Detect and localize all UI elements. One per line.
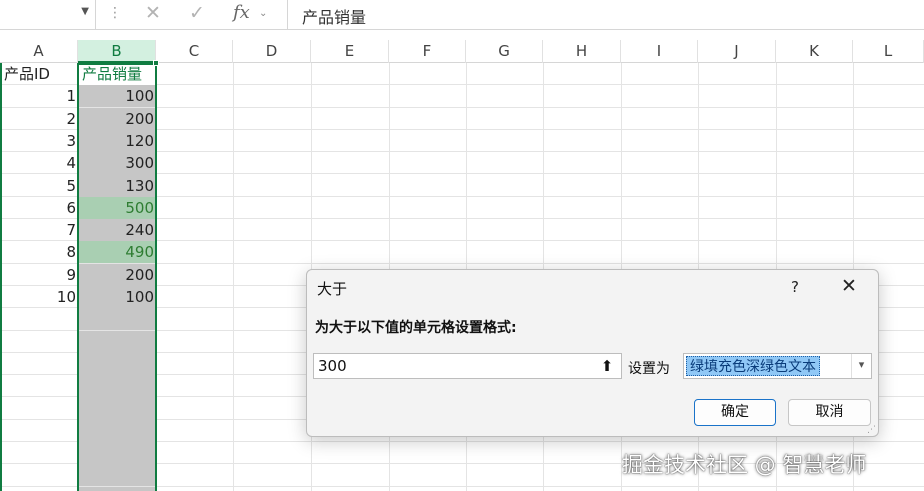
cell-product-sales[interactable]: 120	[78, 129, 156, 152]
ok-button[interactable]: 确定	[694, 399, 776, 426]
cell-product-id[interactable]: 7	[0, 219, 78, 241]
empty-cell[interactable]	[0, 375, 78, 397]
empty-cell[interactable]	[78, 375, 156, 398]
dialog-title: 大于	[317, 280, 348, 298]
header-row: 产品ID 产品销量	[0, 63, 924, 86]
header-cell-product-id[interactable]: 产品ID	[0, 63, 78, 85]
column-header-d[interactable]: D	[233, 40, 311, 63]
table-row: 4 300	[0, 152, 924, 175]
format-select-value: 绿填充色深绿色文本	[686, 356, 820, 376]
resize-grip-icon[interactable]: ⋰	[867, 425, 876, 435]
set-as-label: 设置为	[628, 361, 670, 377]
grid-line	[156, 63, 157, 491]
empty-cell[interactable]	[78, 464, 156, 487]
help-icon[interactable]: ?	[791, 278, 799, 296]
column-header-f[interactable]: F	[389, 40, 466, 63]
empty-cell[interactable]	[78, 330, 156, 353]
empty-cell[interactable]	[0, 398, 78, 420]
column-headers: ABCDEFGHIJKL	[0, 40, 924, 63]
cell-product-sales[interactable]: 500	[78, 196, 156, 219]
table-row: 1 100	[0, 85, 924, 108]
chevron-down-icon[interactable]: ▼	[81, 6, 89, 17]
formula-bar-divider	[287, 0, 288, 29]
cell-product-sales[interactable]: 100	[78, 286, 156, 308]
cell-product-sales[interactable]: 100	[78, 85, 156, 108]
empty-cell[interactable]	[0, 331, 78, 353]
empty-cell[interactable]	[78, 308, 156, 331]
watermark: 掘金技术社区 @ 智慧老师	[622, 453, 867, 477]
cell-product-id[interactable]: 4	[0, 152, 78, 174]
cell-product-sales[interactable]: 300	[78, 152, 156, 175]
cell-product-sales[interactable]: 490	[78, 241, 156, 264]
empty-cell[interactable]	[78, 419, 156, 442]
empty-cell[interactable]	[0, 442, 78, 464]
cell-product-id[interactable]: 5	[0, 175, 78, 197]
column-header-k[interactable]: K	[776, 40, 853, 63]
column-header-i[interactable]: I	[621, 40, 698, 63]
chevron-down-icon[interactable]: ▾	[851, 354, 871, 378]
value-input[interactable]: 300	[313, 353, 622, 379]
table-row: 3 120	[0, 129, 924, 153]
cell-product-id[interactable]: 8	[0, 241, 78, 263]
grid-line	[233, 63, 234, 491]
greater-than-dialog: 大于 ? ✕ 为大于以下值的单元格设置格式: 300 ⬆ 设置为 绿填充色深绿色…	[306, 269, 879, 437]
formula-bar: ▼ ⋮ ✕ ✓ fx ⌄ 产品销量	[0, 0, 924, 30]
empty-cell[interactable]	[0, 420, 78, 442]
column-header-g[interactable]: G	[466, 40, 543, 63]
fill-handle[interactable]	[153, 60, 159, 66]
empty-cell[interactable]	[0, 353, 78, 375]
collapse-dialog-icon[interactable]: ⬆	[593, 354, 621, 378]
cell-product-sales[interactable]: 200	[78, 107, 156, 130]
chevron-down-icon[interactable]: ⌄	[259, 8, 267, 19]
table-row: 8 490	[0, 241, 924, 264]
format-select[interactable]: 绿填充色深绿色文本 ▾	[683, 353, 872, 379]
empty-cell[interactable]	[0, 308, 78, 330]
cell-product-id[interactable]: 2	[0, 108, 78, 130]
table-row: 6 500	[0, 196, 924, 220]
name-box[interactable]: ▼	[0, 0, 96, 29]
dialog-prompt: 为大于以下值的单元格设置格式:	[315, 320, 517, 336]
column-header-l[interactable]: L	[853, 40, 924, 63]
empty-cell[interactable]	[78, 442, 156, 465]
column-header-b[interactable]: B	[78, 40, 156, 63]
cancel-icon[interactable]: ✕	[145, 2, 161, 24]
close-icon[interactable]: ✕	[841, 275, 857, 297]
empty-cell[interactable]	[78, 352, 156, 375]
cell-product-id[interactable]: 1	[0, 85, 78, 107]
cell-product-sales[interactable]: 200	[78, 263, 156, 286]
cell-product-sales[interactable]: 240	[78, 219, 156, 242]
insert-function-icon[interactable]: fx	[233, 2, 250, 23]
column-header-c[interactable]: C	[156, 40, 233, 63]
column-header-j[interactable]: J	[698, 40, 776, 63]
table-row: 5 130	[0, 174, 924, 197]
column-header-e[interactable]: E	[311, 40, 389, 63]
check-icon[interactable]: ✓	[189, 2, 205, 24]
column-header-a[interactable]: A	[0, 40, 78, 63]
more-options-icon[interactable]: ⋮	[108, 5, 122, 21]
cell-product-id[interactable]: 10	[0, 286, 78, 308]
formula-content[interactable]: 产品销量	[302, 4, 366, 28]
cancel-button[interactable]: 取消	[788, 399, 871, 426]
header-cell-product-sales[interactable]: 产品销量	[78, 63, 156, 85]
empty-cell[interactable]	[0, 464, 78, 486]
table-row: 2 200	[0, 107, 924, 130]
cell-product-id[interactable]: 6	[0, 197, 78, 219]
column-a-edge	[0, 63, 2, 491]
cell-product-id[interactable]: 3	[0, 130, 78, 152]
empty-cell[interactable]	[78, 397, 156, 420]
cell-product-sales[interactable]: 130	[78, 174, 156, 197]
table-row: 7 240	[0, 219, 924, 242]
column-header-h[interactable]: H	[543, 40, 621, 63]
cell-product-id[interactable]: 9	[0, 264, 78, 286]
